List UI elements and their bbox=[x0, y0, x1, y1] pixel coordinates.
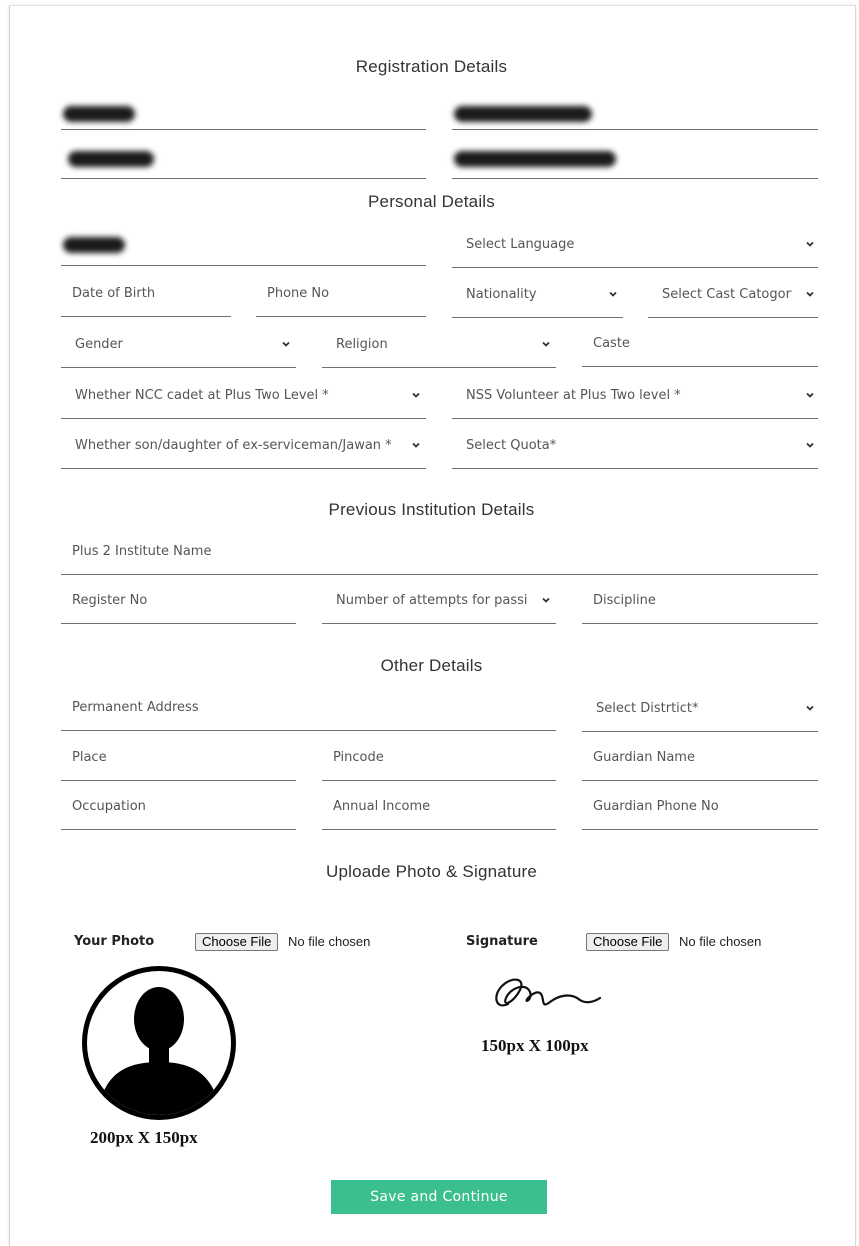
other-heading: Other Details bbox=[380, 656, 483, 675]
language-select[interactable]: Select Language bbox=[452, 228, 818, 268]
signature-sample-icon bbox=[495, 978, 602, 1007]
redacted-value bbox=[454, 151, 616, 167]
phone-field[interactable]: Phone No bbox=[256, 277, 426, 317]
guardian-name-placeholder: Guardian Name bbox=[593, 750, 695, 765]
chevron-down-icon bbox=[282, 341, 290, 347]
personal-heading: Personal Details bbox=[368, 192, 495, 211]
gender-select-label: Gender bbox=[75, 337, 123, 352]
nss-select-label: NSS Volunteer at Plus Two level * bbox=[466, 388, 681, 403]
district-select-label: Select Distrtict* bbox=[596, 701, 699, 716]
nationality-select[interactable]: Nationality bbox=[452, 278, 623, 318]
language-select-label: Select Language bbox=[466, 237, 575, 252]
phone-placeholder: Phone No bbox=[267, 286, 330, 301]
redacted-value bbox=[63, 106, 135, 122]
signature-file-status: No file chosen bbox=[679, 934, 762, 949]
registration-heading: Registration Details bbox=[355, 57, 508, 76]
guardian-name-field[interactable]: Guardian Name bbox=[582, 741, 818, 781]
guardian-phone-placeholder: Guardian Phone No bbox=[593, 799, 719, 814]
chevron-down-icon bbox=[412, 442, 420, 448]
chevron-down-icon bbox=[806, 392, 814, 398]
name-field[interactable] bbox=[61, 226, 426, 266]
place-field[interactable]: Place bbox=[61, 741, 296, 781]
registration-field-3[interactable] bbox=[61, 139, 426, 179]
ncc-select[interactable]: Whether NCC cadet at Plus Two Level * bbox=[61, 379, 426, 419]
photo-size-caption: 200px X 150px bbox=[90, 1128, 198, 1147]
registration-field-4[interactable] bbox=[452, 139, 818, 179]
redacted-value bbox=[63, 237, 125, 253]
discipline-placeholder: Discipline bbox=[593, 593, 656, 608]
cast-category-select[interactable]: Select Cast Catogory bbox=[648, 278, 818, 318]
chevron-down-icon bbox=[806, 705, 814, 711]
signature-label: Signature bbox=[466, 934, 538, 949]
institute-placeholder: Plus 2 Institute Name bbox=[72, 544, 212, 559]
chevron-down-icon bbox=[412, 392, 420, 398]
income-field[interactable]: Annual Income bbox=[322, 790, 556, 830]
chevron-down-icon bbox=[609, 291, 617, 297]
previous-heading: Previous Institution Details bbox=[328, 500, 535, 519]
nss-select[interactable]: NSS Volunteer at Plus Two level * bbox=[452, 379, 818, 419]
guardian-phone-field[interactable]: Guardian Phone No bbox=[582, 790, 818, 830]
religion-select-label: Religion bbox=[336, 337, 388, 352]
register-no-placeholder: Register No bbox=[72, 593, 148, 608]
signature-choose-file-button[interactable]: Choose File bbox=[586, 933, 670, 951]
caste-field[interactable]: Caste bbox=[582, 327, 818, 367]
exservice-select-label: Whether son/daughter of ex-serviceman/Ja… bbox=[75, 438, 392, 453]
upload-heading: Uploade Photo & Signature bbox=[325, 862, 538, 881]
dob-placeholder: Date of Birth bbox=[72, 286, 156, 301]
exservice-select[interactable]: Whether son/daughter of ex-serviceman/Ja… bbox=[61, 429, 426, 469]
chevron-down-icon bbox=[542, 597, 550, 603]
discipline-field[interactable]: Discipline bbox=[582, 584, 818, 624]
chevron-down-icon bbox=[806, 442, 814, 448]
ncc-select-label: Whether NCC cadet at Plus Two Level * bbox=[75, 388, 329, 403]
religion-select[interactable]: Religion bbox=[322, 328, 556, 368]
occupation-field[interactable]: Occupation bbox=[61, 790, 296, 830]
pincode-field[interactable]: Pincode bbox=[322, 741, 556, 781]
district-select[interactable]: Select Distrtict* bbox=[582, 692, 818, 732]
photo-label: Your Photo bbox=[74, 934, 155, 949]
photo-file-status: No file chosen bbox=[288, 934, 371, 949]
chevron-down-icon bbox=[806, 291, 814, 297]
quota-select-label: Select Quota* bbox=[466, 438, 557, 453]
registration-field-1[interactable] bbox=[61, 90, 426, 130]
save-and-continue-button[interactable]: Save and Continue bbox=[331, 1180, 547, 1214]
signature-size-caption: 150px X 100px bbox=[481, 1036, 589, 1055]
photo-choose-file-button[interactable]: Choose File bbox=[195, 933, 279, 951]
redacted-value bbox=[454, 106, 592, 122]
gender-select[interactable]: Gender bbox=[61, 328, 296, 368]
pincode-placeholder: Pincode bbox=[333, 750, 384, 765]
attempts-select-label: Number of attempts for passi bbox=[336, 593, 528, 608]
dob-field[interactable]: Date of Birth bbox=[61, 277, 231, 317]
attempts-select[interactable]: Number of attempts for passi bbox=[322, 584, 556, 624]
quota-select[interactable]: Select Quota* bbox=[452, 429, 818, 469]
address-placeholder: Permanent Address bbox=[72, 700, 199, 715]
address-field[interactable]: Permanent Address bbox=[61, 691, 556, 731]
institute-field[interactable]: Plus 2 Institute Name bbox=[61, 535, 818, 575]
place-placeholder: Place bbox=[72, 750, 107, 765]
register-no-field[interactable]: Register No bbox=[61, 584, 296, 624]
chevron-down-icon bbox=[542, 341, 550, 347]
registration-field-2[interactable] bbox=[452, 90, 818, 130]
nationality-select-label: Nationality bbox=[466, 287, 537, 302]
occupation-placeholder: Occupation bbox=[72, 799, 146, 814]
income-placeholder: Annual Income bbox=[333, 799, 431, 814]
cast-category-select-label: Select Cast Catogory bbox=[662, 287, 792, 302]
caste-placeholder: Caste bbox=[593, 336, 630, 351]
redacted-value bbox=[68, 151, 154, 167]
avatar-placeholder-icon bbox=[82, 966, 236, 1120]
chevron-down-icon bbox=[806, 241, 814, 247]
